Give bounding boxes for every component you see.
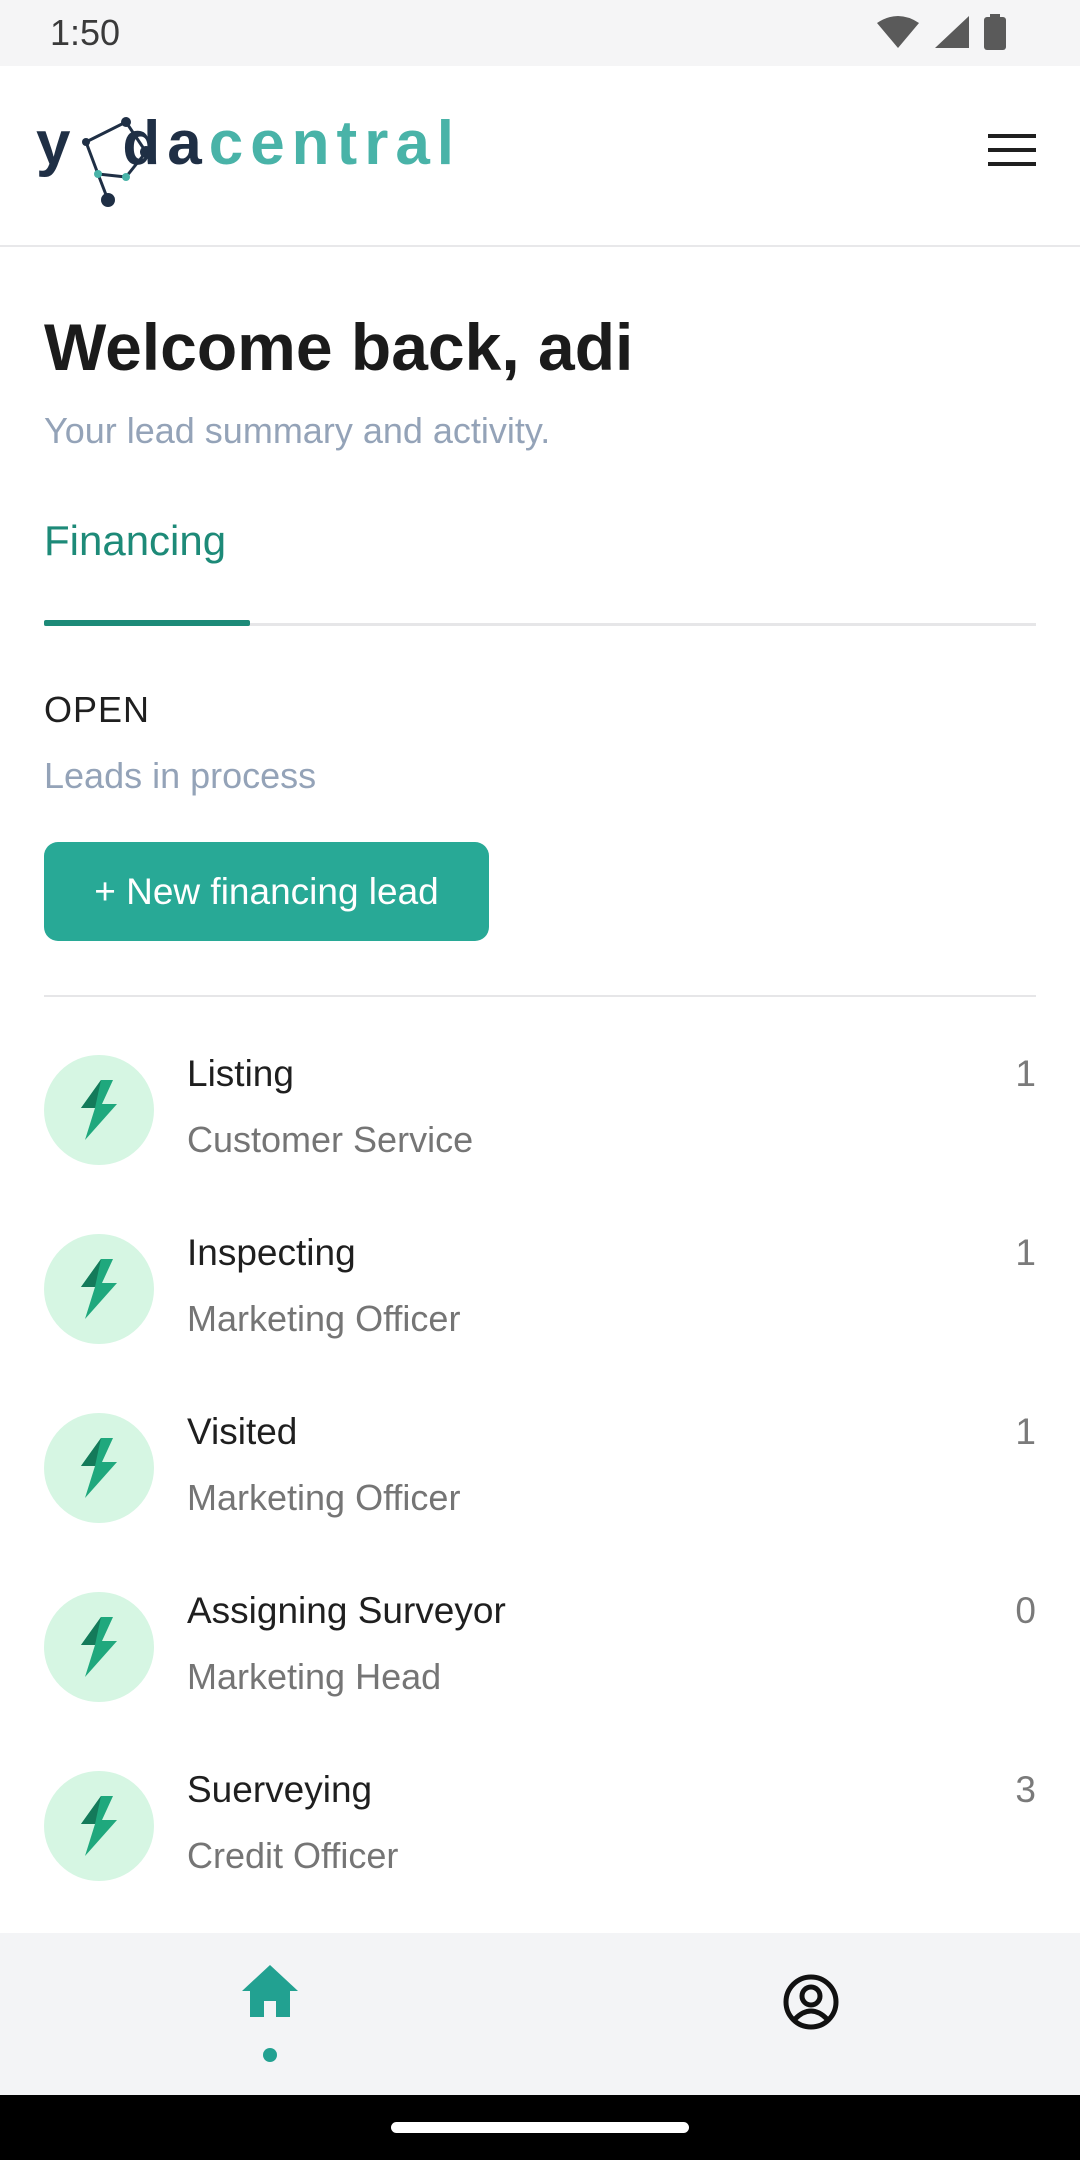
battery-icon bbox=[984, 14, 1006, 55]
section-title: OPEN bbox=[44, 689, 151, 730]
list-item-count: 0 bbox=[1015, 1590, 1036, 1631]
app-header: yodacentral bbox=[0, 66, 1080, 247]
wifi-icon bbox=[876, 15, 920, 54]
list-item-subtitle: Customer Service bbox=[187, 1119, 474, 1160]
list-item-subtitle: Marketing Officer bbox=[187, 1298, 461, 1339]
bottom-navigation bbox=[0, 1933, 1080, 2095]
list-item-subtitle: Marketing Head bbox=[187, 1656, 442, 1697]
divider bbox=[44, 995, 1036, 997]
list-item[interactable]: Suerveying Credit Officer 3 bbox=[44, 1751, 1036, 1930]
profile-icon bbox=[782, 1973, 840, 2036]
list-item[interactable]: Listing Customer Service 1 bbox=[44, 1035, 1036, 1214]
list-item[interactable]: Inspecting Marketing Officer 1 bbox=[44, 1214, 1036, 1393]
nav-home-button[interactable] bbox=[220, 1963, 320, 2073]
lightning-bolt-icon bbox=[44, 1771, 154, 1881]
lightning-bolt-icon bbox=[44, 1234, 154, 1344]
list-item-count: 1 bbox=[1015, 1411, 1036, 1452]
home-icon bbox=[240, 1963, 300, 2024]
lightning-bolt-icon bbox=[44, 1413, 154, 1523]
list-item[interactable]: Visited Marketing Officer 1 bbox=[44, 1393, 1036, 1572]
status-time: 1:50 bbox=[50, 12, 121, 53]
signal-icon bbox=[934, 15, 970, 54]
gesture-handle[interactable] bbox=[391, 2122, 689, 2133]
logo-text: yodacentral bbox=[36, 109, 462, 178]
new-financing-lead-button[interactable]: + New financing lead bbox=[44, 842, 489, 941]
list-item-title: Assigning Surveyor bbox=[187, 1590, 506, 1631]
lightning-bolt-icon bbox=[44, 1055, 154, 1165]
page-subtitle: Your lead summary and activity. bbox=[44, 410, 551, 451]
section-subtitle: Leads in process bbox=[44, 755, 317, 796]
status-bar: 1:50 bbox=[0, 0, 1080, 66]
list-item-count: 1 bbox=[1015, 1232, 1036, 1273]
tab-financing-label: Financing bbox=[44, 517, 227, 564]
list-item-title: Inspecting bbox=[187, 1232, 356, 1273]
list-item-count: 1 bbox=[1015, 1053, 1036, 1094]
nav-profile-button[interactable] bbox=[760, 1973, 860, 2063]
tab-financing[interactable]: Financing bbox=[44, 515, 250, 626]
lightning-bolt-icon bbox=[44, 1592, 154, 1702]
system-gesture-bar bbox=[0, 2095, 1080, 2160]
tab-bar: Financing bbox=[44, 515, 1036, 626]
page-title: Welcome back, adi bbox=[44, 310, 634, 384]
active-indicator-dot bbox=[263, 2048, 277, 2062]
list-item-title: Listing bbox=[187, 1053, 294, 1094]
list-item-count: 3 bbox=[1015, 1769, 1036, 1810]
yodacentral-logo[interactable]: yodacentral bbox=[36, 102, 454, 217]
status-icons bbox=[876, 14, 1006, 55]
hamburger-menu-icon[interactable] bbox=[984, 122, 1040, 178]
list-item-subtitle: Credit Officer bbox=[187, 1835, 399, 1876]
tab-active-indicator bbox=[44, 620, 250, 626]
list-item-subtitle: Marketing Officer bbox=[187, 1477, 461, 1518]
list-item[interactable]: Assigning Surveyor Marketing Head 0 bbox=[44, 1572, 1036, 1751]
list-item-title: Visited bbox=[187, 1411, 298, 1452]
lead-status-list: Listing Customer Service 1 Inspecting Ma… bbox=[44, 1035, 1036, 1930]
list-item-title: Suerveying bbox=[187, 1769, 373, 1810]
